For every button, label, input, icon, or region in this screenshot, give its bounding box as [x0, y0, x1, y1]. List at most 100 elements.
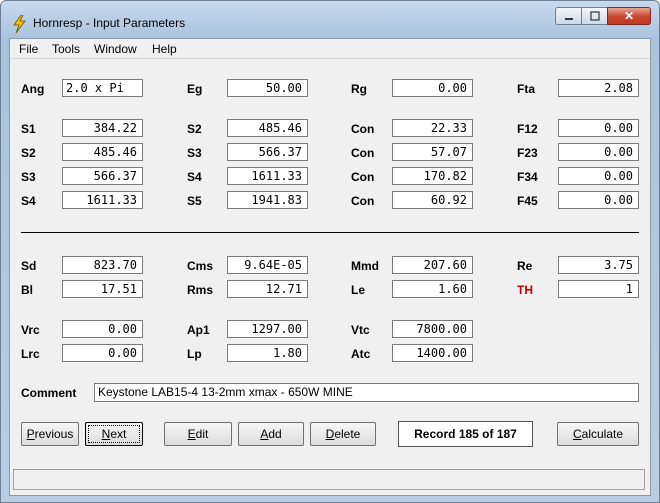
- label-sd: Sd: [21, 259, 37, 273]
- next-mnemonic: N: [101, 427, 111, 441]
- field-cms[interactable]: 9.64E-05: [227, 256, 308, 274]
- delete-button[interactable]: Delete: [310, 422, 376, 446]
- label-rms: Rms: [187, 283, 214, 297]
- edit-button[interactable]: Edit: [164, 422, 232, 446]
- label-ap1: Ap1: [187, 323, 210, 337]
- maximize-icon: [589, 11, 600, 21]
- field-ang[interactable]: 2.0 x Pi: [62, 79, 143, 97]
- label-s3: S3: [187, 146, 202, 160]
- menu-bar: File Tools Window Help: [10, 39, 650, 58]
- comment-field[interactable]: Keystone LAB15-4 13-2mm xmax - 650W MINE: [94, 383, 639, 402]
- field-f12[interactable]: 0.00: [558, 119, 639, 137]
- field-mmd[interactable]: 207.60: [392, 256, 473, 274]
- calculate-button[interactable]: Calculate: [557, 422, 639, 446]
- field-vrc[interactable]: 0.00: [62, 320, 143, 338]
- label-th: TH: [517, 283, 533, 297]
- label-f12: F12: [517, 122, 538, 136]
- delete-mnemonic: D: [325, 427, 335, 441]
- field-ap1[interactable]: 1297.00: [227, 320, 308, 338]
- next-label: ext: [110, 427, 127, 441]
- previous-mnemonic: P: [26, 427, 35, 441]
- field-s2-left[interactable]: 485.46: [62, 143, 143, 161]
- field-s3[interactable]: 566.37: [227, 143, 308, 161]
- add-label: dd: [268, 427, 282, 441]
- menu-separator: [10, 58, 650, 59]
- label-le: Le: [351, 283, 366, 297]
- close-icon: ✕: [623, 9, 635, 23]
- label-ang: Ang: [21, 82, 45, 96]
- field-sd[interactable]: 823.70: [62, 256, 143, 274]
- field-s4[interactable]: 1611.33: [227, 167, 308, 185]
- label-s3: S3: [21, 170, 36, 184]
- field-s1[interactable]: 384.22: [62, 119, 143, 137]
- field-fta[interactable]: 2.08: [558, 79, 639, 97]
- edit-mnemonic: E: [187, 427, 196, 441]
- label-re: Re: [517, 259, 533, 273]
- field-bl[interactable]: 17.51: [62, 280, 143, 298]
- label-con: Con: [351, 194, 375, 208]
- field-atc[interactable]: 1400.00: [392, 344, 473, 362]
- previous-button[interactable]: Previous: [21, 422, 79, 446]
- label-cms: Cms: [187, 259, 214, 273]
- minimize-icon: [564, 18, 573, 20]
- field-rms[interactable]: 12.71: [227, 280, 308, 298]
- label-lrc: Lrc: [21, 347, 40, 361]
- label-vtc: Vtc: [351, 323, 370, 337]
- field-s2[interactable]: 485.46: [227, 119, 308, 137]
- previous-label: revious: [34, 427, 74, 441]
- app-window: Hornresp - Input Parameters ✕ File Tools…: [0, 0, 660, 503]
- label-f23: F23: [517, 146, 538, 160]
- next-button[interactable]: Next: [85, 422, 143, 446]
- add-button[interactable]: Add: [238, 422, 304, 446]
- close-button[interactable]: ✕: [607, 7, 651, 25]
- title-bar[interactable]: Hornresp - Input Parameters ✕: [1, 1, 659, 37]
- field-th[interactable]: 1: [558, 280, 639, 298]
- window-title: Hornresp - Input Parameters: [33, 16, 186, 30]
- menu-tools[interactable]: Tools: [52, 42, 80, 56]
- label-s4: S4: [187, 170, 202, 184]
- field-s4-left[interactable]: 1611.33: [62, 191, 143, 209]
- edit-label: dit: [195, 427, 209, 441]
- menu-window[interactable]: Window: [94, 42, 137, 56]
- calculate-mnemonic: C: [572, 427, 582, 441]
- field-f34[interactable]: 0.00: [558, 167, 639, 185]
- label-con: Con: [351, 122, 375, 136]
- field-eg[interactable]: 50.00: [227, 79, 308, 97]
- label-s5: S5: [187, 194, 202, 208]
- field-s3-left[interactable]: 566.37: [62, 167, 143, 185]
- label-eg: Eg: [187, 82, 203, 96]
- field-lp[interactable]: 1.80: [227, 344, 308, 362]
- field-con1[interactable]: 22.33: [392, 119, 473, 137]
- label-mmd: Mmd: [351, 259, 379, 273]
- label-fta: Fta: [517, 82, 535, 96]
- field-con2[interactable]: 57.07: [392, 143, 473, 161]
- field-le[interactable]: 1.60: [392, 280, 473, 298]
- field-re[interactable]: 3.75: [558, 256, 639, 274]
- field-rg[interactable]: 0.00: [392, 79, 473, 97]
- label-bl: Bl: [21, 283, 33, 297]
- field-lrc[interactable]: 0.00: [62, 344, 143, 362]
- menu-file[interactable]: File: [19, 42, 38, 56]
- field-s5[interactable]: 1941.83: [227, 191, 308, 209]
- menu-help[interactable]: Help: [152, 42, 177, 56]
- lightning-bolt-icon: [13, 15, 26, 33]
- field-vtc[interactable]: 7800.00: [392, 320, 473, 338]
- label-rg: Rg: [351, 82, 367, 96]
- calculate-label: alculate: [581, 427, 624, 441]
- label-con: Con: [351, 170, 375, 184]
- maximize-button[interactable]: [581, 7, 607, 25]
- record-indicator: Record 185 of 187: [398, 421, 533, 447]
- field-con4[interactable]: 60.92: [392, 191, 473, 209]
- field-f45[interactable]: 0.00: [558, 191, 639, 209]
- label-atc: Atc: [351, 347, 371, 361]
- label-comment: Comment: [21, 386, 77, 400]
- field-f23[interactable]: 0.00: [558, 143, 639, 161]
- minimize-button[interactable]: [555, 7, 581, 25]
- label-con: Con: [351, 146, 375, 160]
- field-con3[interactable]: 170.82: [392, 167, 473, 185]
- label-s4: S4: [21, 194, 36, 208]
- add-mnemonic: A: [260, 427, 269, 441]
- section-divider: [21, 232, 639, 233]
- label-f45: F45: [517, 194, 538, 208]
- label-s2: S2: [187, 122, 202, 136]
